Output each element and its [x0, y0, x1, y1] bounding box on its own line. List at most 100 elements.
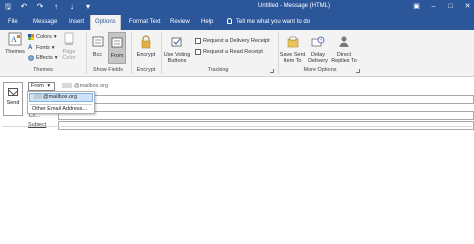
- tab-format-text[interactable]: Format Text: [125, 15, 165, 30]
- message-body[interactable]: [2, 126, 472, 240]
- from-address: @mailbox.org: [62, 83, 108, 89]
- tab-file[interactable]: File: [4, 15, 22, 30]
- tell-me-label: Tell me what you want to do: [236, 19, 311, 25]
- delivery-receipt-label: Request a Delivery Receipt: [203, 38, 270, 44]
- from-field-icon: [111, 37, 123, 48]
- send-icon: [8, 88, 18, 96]
- themes-label: Themes: [5, 49, 25, 55]
- themes-icon: A: [8, 32, 22, 46]
- from-toggle-button[interactable]: From: [108, 32, 126, 64]
- delay-delivery-button[interactable]: Delay Delivery: [307, 32, 329, 64]
- redo-icon[interactable]: ↷: [36, 3, 44, 11]
- delivery-receipt-checkbox[interactable]: Request a Delivery Receipt: [195, 37, 270, 45]
- colors-label: Colors: [36, 34, 52, 40]
- bcc-label: Bcc: [92, 52, 103, 58]
- chevron-down-icon: ▾: [47, 83, 51, 89]
- person-icon: [339, 36, 349, 47]
- themes-button[interactable]: A Themes: [4, 32, 26, 55]
- effects-label: Effects: [36, 55, 53, 61]
- tracking-group-label: Tracking: [207, 67, 229, 73]
- menu-divider: [30, 104, 92, 105]
- other-email-menu-item[interactable]: Other Email Address...: [32, 106, 87, 112]
- compose-area: Send From ▾ @mailbox.org Cc... Subject @…: [0, 78, 474, 244]
- bcc-button[interactable]: Bcc: [89, 32, 106, 62]
- divider: [131, 32, 132, 74]
- direct-replies-label: Direct Replies To: [331, 52, 357, 64]
- read-receipt-label: Request a Read Receipt: [203, 49, 263, 55]
- from-address-text: @mailbox.org: [74, 83, 109, 89]
- tracking-dialog-launcher-icon[interactable]: [270, 69, 274, 73]
- encrypt-button[interactable]: Encrypt: [134, 32, 158, 58]
- read-receipt-checkbox[interactable]: Request a Read Receipt: [195, 48, 263, 56]
- direct-replies-button[interactable]: Direct Replies To: [330, 32, 358, 64]
- lock-icon: [141, 35, 151, 49]
- send-button[interactable]: Send: [3, 82, 23, 116]
- checkbox-icon: [195, 38, 201, 44]
- page-color-label: Page Color: [62, 49, 76, 61]
- folder-save-icon: [287, 36, 298, 48]
- from-toggle-label: From: [110, 53, 124, 59]
- voting-buttons-button[interactable]: Use Voting Buttons: [163, 32, 191, 64]
- tab-options[interactable]: Options: [90, 15, 121, 30]
- down-arrow-icon[interactable]: ↓: [68, 3, 76, 11]
- window-title: Untitled - Message (HTML): [258, 3, 331, 9]
- from-dropdown-menu: @mailbox.org Other Email Address...: [27, 91, 95, 114]
- chevron-down-icon: ▾: [51, 45, 55, 51]
- fonts-button[interactable]: A Fonts ▾: [28, 44, 55, 52]
- tab-review[interactable]: Review: [166, 15, 194, 30]
- account-menu-item[interactable]: @mailbox.org: [29, 93, 93, 102]
- tab-help[interactable]: Help: [197, 15, 217, 30]
- lightbulb-icon: [227, 18, 232, 24]
- window-controls: ▣ – □ ✕: [412, 2, 472, 11]
- customize-icon[interactable]: ▾: [84, 3, 92, 11]
- tell-me-search[interactable]: Tell me what you want to do: [227, 15, 310, 30]
- minimize-icon[interactable]: –: [429, 2, 438, 11]
- colors-button[interactable]: Colors ▾: [28, 33, 57, 41]
- save-sent-item-button[interactable]: Save Sent Item To: [279, 32, 306, 64]
- redacted-text: [34, 94, 42, 99]
- divider: [86, 32, 87, 74]
- delay-delivery-label: Delay Delivery: [308, 52, 328, 64]
- send-label: Send: [6, 100, 20, 106]
- checkbox-icon: [195, 49, 201, 55]
- svg-text:A: A: [11, 35, 17, 44]
- to-field[interactable]: [58, 95, 474, 104]
- tab-message[interactable]: Message: [29, 15, 61, 30]
- title-bar: 🖫 ↶ ↷ ↑ ↓ ▾ Untitled - Message (HTML) ▣ …: [0, 0, 474, 15]
- show-fields-group-label: Show Fields: [93, 67, 123, 73]
- redacted-text: [62, 83, 72, 88]
- account-menu-item-label: @mailbox.org: [43, 94, 78, 100]
- divider: [161, 32, 162, 74]
- cc-field[interactable]: [58, 111, 474, 120]
- encrypt-label: Encrypt: [136, 52, 156, 58]
- maximize-icon[interactable]: □: [446, 2, 455, 11]
- from-button[interactable]: From ▾: [28, 82, 55, 91]
- effects-button[interactable]: Effects ▾: [28, 54, 57, 62]
- chevron-down-icon: ▾: [54, 55, 58, 61]
- ribbon: A Themes Colors ▾ A Fonts ▾ Effects ▾ Pa…: [0, 30, 474, 77]
- fonts-label: Fonts: [36, 45, 50, 51]
- bcc-icon: [92, 36, 103, 47]
- themes-group-label: Themes: [33, 67, 53, 73]
- encrypt-group-label: Encrypt: [136, 67, 156, 73]
- voting-buttons-label: Use Voting Buttons: [163, 52, 191, 64]
- close-icon[interactable]: ✕: [463, 2, 472, 11]
- effects-icon: [28, 55, 34, 61]
- page-color-button[interactable]: Page Color: [60, 32, 78, 61]
- voting-icon: [171, 37, 182, 47]
- up-arrow-icon[interactable]: ↑: [52, 3, 60, 11]
- save-icon[interactable]: 🖫: [4, 3, 12, 11]
- clock-envelope-icon: [311, 36, 325, 47]
- undo-icon[interactable]: ↶: [20, 3, 28, 11]
- page-color-icon: [64, 32, 74, 45]
- from-button-label: From: [31, 83, 44, 89]
- more-options-group-label: More Options: [303, 67, 337, 73]
- more-options-dialog-launcher-icon[interactable]: [356, 69, 360, 73]
- save-sent-item-label: Save Sent Item To: [279, 52, 306, 64]
- quick-access-toolbar: 🖫 ↶ ↷ ↑ ↓ ▾: [4, 3, 92, 11]
- ribbon-display-icon[interactable]: ▣: [412, 2, 421, 11]
- tab-insert[interactable]: Insert: [65, 15, 88, 30]
- ribbon-tab-bar: File Message Insert Options Format Text …: [0, 15, 474, 30]
- fonts-icon: A: [28, 45, 33, 51]
- chevron-down-icon: ▾: [53, 34, 57, 40]
